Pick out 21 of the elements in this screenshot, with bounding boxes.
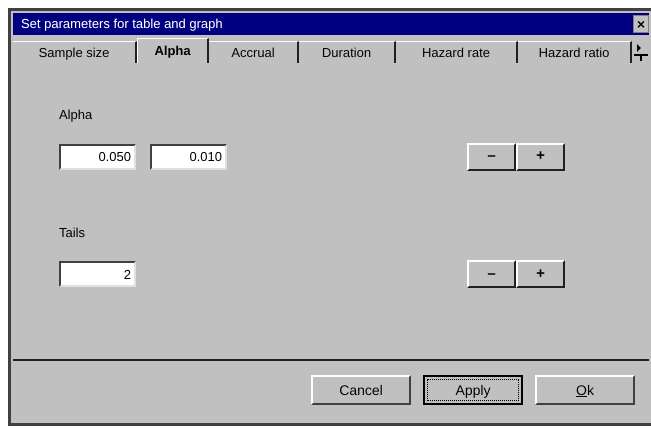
input-field[interactable]: 0.010	[150, 144, 227, 170]
tab[interactable]: Accrual	[209, 41, 299, 63]
tab[interactable]: Alpha	[137, 38, 209, 63]
tab[interactable]: Duration	[299, 41, 396, 63]
step-button[interactable]: –	[467, 142, 516, 170]
input-field[interactable]: 2	[59, 261, 136, 287]
dialog-button[interactable]: Cancel	[311, 375, 411, 405]
window-title: Set parameters for table and graph	[21, 15, 223, 34]
dialog-button[interactable]: Apply	[423, 375, 523, 405]
tab[interactable]: Hazard rate	[396, 41, 518, 63]
tab-scroll-icon[interactable]	[634, 43, 648, 61]
close-button[interactable]: ×	[633, 15, 649, 33]
input-field[interactable]: 0.050	[59, 144, 136, 170]
step-button[interactable]: +	[516, 142, 565, 170]
dialog-button[interactable]: Ok	[535, 375, 635, 405]
step-button[interactable]: –	[467, 260, 516, 288]
tab[interactable]: Hazard ratio	[518, 41, 632, 63]
step-button[interactable]: +	[516, 260, 565, 288]
field-label: Alpha	[59, 106, 94, 124]
tab[interactable]: Sample size	[13, 41, 137, 63]
field-label: Tails	[59, 224, 86, 242]
